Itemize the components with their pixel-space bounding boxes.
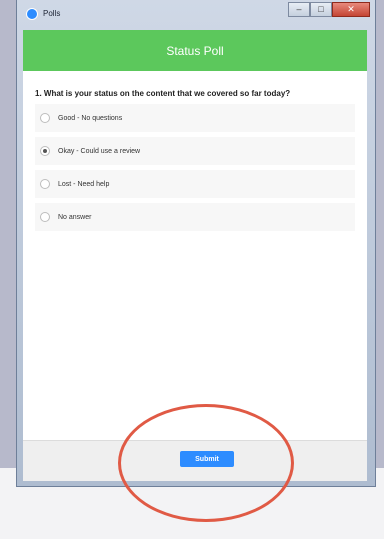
window-controls: – □ ✕ [288,2,370,17]
option-no-answer[interactable]: No answer [35,203,355,231]
radio-dot [43,149,47,153]
app-icon [26,8,38,20]
option-label: Lost - Need help [58,180,110,188]
option-label: Good - No questions [58,114,123,122]
radio-button[interactable] [40,179,50,189]
maximize-button[interactable]: □ [310,2,332,17]
radio-button-selected[interactable] [40,146,50,156]
option-label: No answer [58,213,92,221]
radio-button[interactable] [40,212,50,222]
option-good[interactable]: Good - No questions [35,104,355,132]
option-lost[interactable]: Lost - Need help [35,170,355,198]
poll-question: 1. What is your status on the content th… [35,89,291,98]
close-button[interactable]: ✕ [332,2,370,17]
window-title: Polls [43,9,61,18]
answer-options: Good - No questions Okay - Could use a r… [35,104,367,231]
title-bar[interactable]: Polls – □ ✕ [17,0,375,30]
radio-button[interactable] [40,113,50,123]
poll-header: Status Poll [23,30,367,71]
option-label: Okay - Could use a review [58,147,141,155]
highlight-circle-annotation [118,404,294,522]
minimize-button[interactable]: – [288,2,310,17]
option-okay[interactable]: Okay - Could use a review [35,137,355,165]
